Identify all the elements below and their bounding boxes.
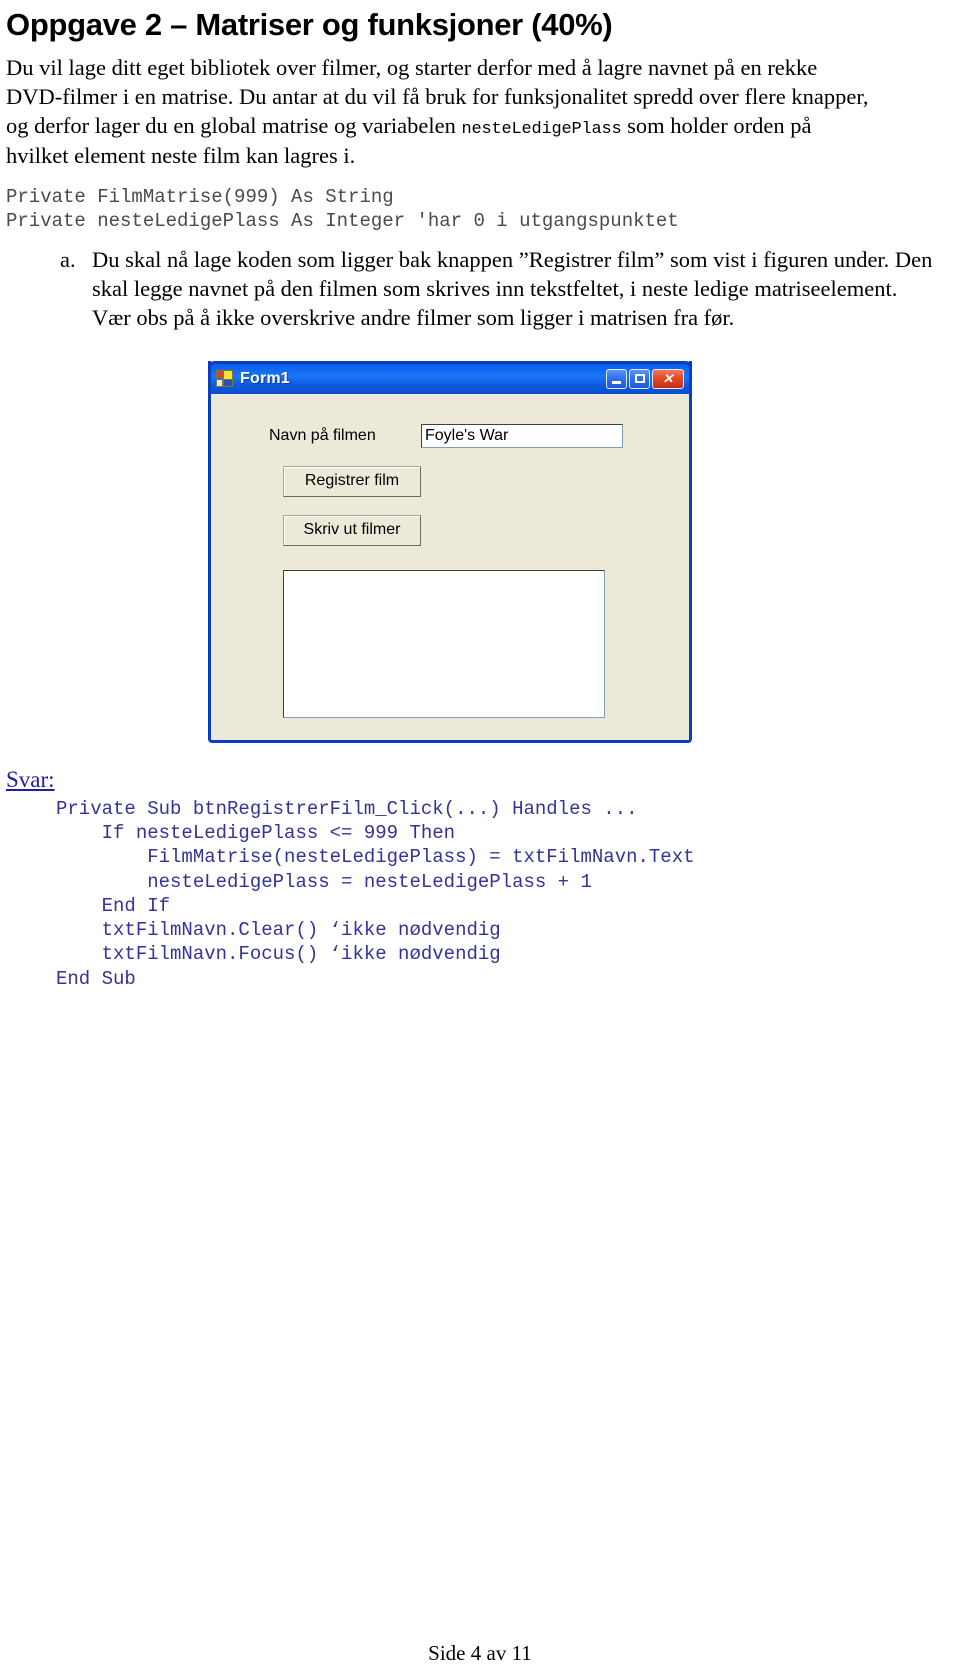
window-controls: ✕ xyxy=(606,368,686,389)
film-name-input[interactable]: Foyle's War xyxy=(421,423,623,448)
films-listbox-wrap xyxy=(211,546,689,718)
declaration-code-block: Private FilmMatrise(999) As String Priva… xyxy=(6,185,679,232)
register-button-row: Registrer film xyxy=(211,448,689,497)
form-client-area: Navn på filmen Foyle's War Registrer fil… xyxy=(211,393,689,740)
close-icon: ✕ xyxy=(662,370,674,386)
form1-window: Form1 ✕ Navn på filmen Foyle's War Regis… xyxy=(208,360,692,743)
window-titlebar: Form1 ✕ xyxy=(208,360,692,394)
print-films-button[interactable]: Skriv ut filmer xyxy=(283,514,421,546)
application-icon xyxy=(216,370,233,388)
task-marker: a. xyxy=(60,246,76,272)
document-page: Oppgave 2 – Matriser og funksjoner (40%)… xyxy=(0,0,960,1680)
intro-paragraph: Du vil lage ditt eget bibliotek over fil… xyxy=(0,43,960,171)
task-description: Du skal nå lage koden som ligger bak kna… xyxy=(92,246,933,331)
page-title: Oppgave 2 – Matriser og funksjoner (40%) xyxy=(6,7,613,42)
answer-label: Svar: xyxy=(6,766,55,792)
close-button[interactable]: ✕ xyxy=(652,368,684,389)
film-name-label: Navn på filmen xyxy=(269,426,376,444)
window-title: Form1 xyxy=(240,369,290,387)
answer-section: Svar: Private Sub btnRegistrerFilm_Click… xyxy=(0,743,960,992)
intro-variable-name: nesteLedigePlass xyxy=(461,120,622,140)
film-name-row: Navn på filmen Foyle's War xyxy=(211,412,689,448)
films-listbox[interactable] xyxy=(283,569,605,718)
task-list-item: a. Du skal nå lage koden som ligger bak … xyxy=(0,233,960,333)
print-button-row: Skriv ut filmer xyxy=(211,497,689,546)
register-film-button[interactable]: Registrer film xyxy=(283,465,421,497)
answer-code-block: Private Sub btnRegistrerFilm_Click(...) … xyxy=(56,797,695,990)
winform-figure: Form1 ✕ Navn på filmen Foyle's War Regis… xyxy=(0,333,960,743)
maximize-button[interactable] xyxy=(629,368,650,389)
page-footer: Side 4 av 11 xyxy=(428,1641,532,1665)
minimize-button[interactable] xyxy=(606,368,627,389)
